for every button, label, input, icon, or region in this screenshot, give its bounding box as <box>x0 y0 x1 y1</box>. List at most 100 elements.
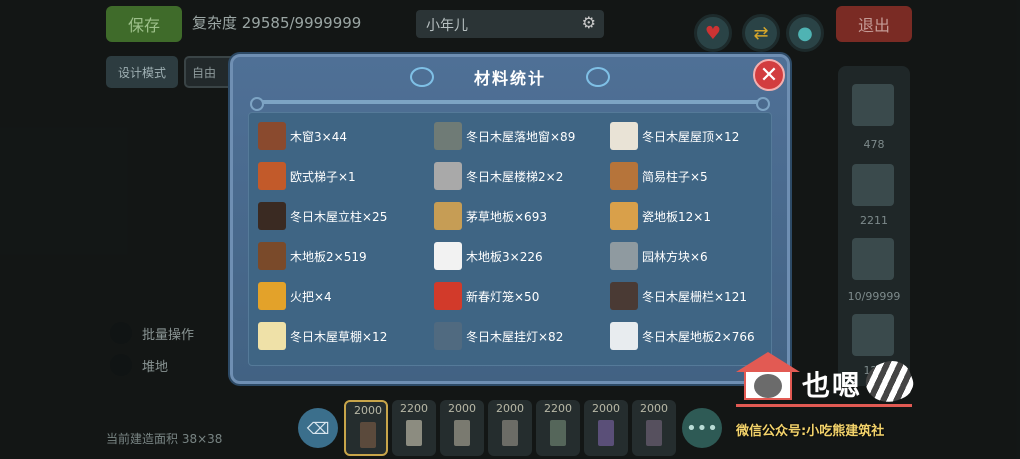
hotbar: ⌫ 2000 2200 2000 2000 2200 2000 2000 ••• <box>298 400 728 456</box>
batch-operation-toggle[interactable]: 批量操作 <box>110 322 194 344</box>
white-floor-icon <box>434 242 462 270</box>
material-label: 简易柱子×5 <box>642 169 708 184</box>
exit-button[interactable]: 退出 <box>836 6 912 42</box>
roof-icon <box>610 122 638 150</box>
title-divider <box>250 97 770 111</box>
lantern-icon <box>434 282 462 310</box>
material-label: 冬日木屋地板2×766 <box>642 329 755 344</box>
thatch-floor-icon <box>434 202 462 230</box>
material-entry: 欧式梯子×1 <box>258 160 356 192</box>
dialog-title-bar: 材料统计 <box>410 63 610 91</box>
slot-cost: 2200 <box>544 402 572 415</box>
material-label: 冬日木屋屋顶×12 <box>642 129 740 144</box>
material-entry: 冬日木屋落地窗×89 <box>434 120 575 152</box>
material-entry: 冬日木屋屋顶×12 <box>610 120 739 152</box>
design-mode-button[interactable]: 设计模式 <box>106 56 178 88</box>
side-count: 2211 <box>860 214 888 227</box>
torch-icon <box>258 282 286 310</box>
slot-cost: 2000 <box>354 404 382 417</box>
swirl-ornament-icon <box>586 67 610 87</box>
floor-tile-icon <box>610 322 638 350</box>
hotbar-slot[interactable]: 2200 <box>392 400 436 456</box>
hotbar-slot[interactable]: 2000 <box>344 400 388 456</box>
item-icon <box>598 420 614 446</box>
hotbar-slot[interactable]: 2000 <box>632 400 676 456</box>
flatten-label: 堆地 <box>142 359 169 375</box>
save-button[interactable]: 保存 <box>106 6 182 42</box>
swirl-ornament-icon <box>410 67 434 87</box>
material-label: 冬日木屋挂灯×82 <box>466 329 564 344</box>
material-entry: 木地板2×519 <box>258 240 367 272</box>
item-icon <box>550 420 566 446</box>
material-entry: 冬日木屋栅栏×121 <box>610 280 747 312</box>
heart-icon[interactable]: ♥ <box>694 14 732 52</box>
floor-window-icon <box>434 122 462 150</box>
material-entry: 瓷地板12×1 <box>610 200 711 232</box>
close-icon[interactable]: ✕ <box>753 59 785 91</box>
material-entry: 木窗3×44 <box>258 120 347 152</box>
hotbar-slot[interactable]: 2000 <box>440 400 484 456</box>
garden-block-icon <box>610 242 638 270</box>
side-inventory: 478 2211 10/99999 121 <box>838 66 910 386</box>
slot-cost: 2000 <box>496 402 524 415</box>
material-entry: 冬日木屋地板2×766 <box>610 320 755 352</box>
watermark-subtitle: 微信公众号:小吃熊建筑社 <box>736 424 885 439</box>
batch-radio[interactable] <box>110 322 132 344</box>
material-entry: 冬日木屋草棚×12 <box>258 320 387 352</box>
post-icon <box>258 202 286 230</box>
side-count: 478 <box>863 138 885 151</box>
material-label: 火把×4 <box>290 289 332 304</box>
material-label: 冬日木屋栅栏×121 <box>642 289 747 304</box>
logo-roof <box>736 352 800 372</box>
slot-cost: 2000 <box>640 402 668 415</box>
item-icon <box>360 422 376 448</box>
material-entry: 新春灯笼×50 <box>434 280 539 312</box>
hotbar-slot[interactable]: 2200 <box>536 400 580 456</box>
build-name-text: 小年儿 <box>426 18 468 34</box>
more-icon[interactable]: ••• <box>682 408 722 448</box>
dialog-title: 材料统计 <box>473 69 546 88</box>
build-name-field[interactable]: 小年儿 ⚙ <box>416 10 604 38</box>
flatten-toggle[interactable]: 堆地 <box>110 354 168 376</box>
item-icon <box>406 420 422 446</box>
side-slot[interactable] <box>852 314 894 356</box>
ladder-icon <box>258 162 286 190</box>
complexity-counter: 复杂度 29585/9999999 <box>192 14 362 32</box>
material-entry: 茅草地板×693 <box>434 200 547 232</box>
build-area-label: 当前建造面积 38×38 <box>106 432 223 446</box>
material-entry: 火把×4 <box>258 280 332 312</box>
item-icon <box>646 420 662 446</box>
material-label: 木地板3×226 <box>466 249 543 264</box>
drop-icon[interactable]: ● <box>786 14 824 52</box>
window-icon <box>258 122 286 150</box>
batch-label: 批量操作 <box>142 327 195 343</box>
side-slot[interactable] <box>852 238 894 280</box>
raccoon-face-icon <box>754 374 782 398</box>
item-icon <box>454 420 470 446</box>
swap-icon[interactable]: ⇄ <box>742 14 780 52</box>
hotbar-slot[interactable]: 2000 <box>584 400 628 456</box>
watermark-underline <box>736 404 912 407</box>
side-slot[interactable] <box>852 84 894 126</box>
fence-icon <box>610 282 638 310</box>
material-label: 冬日木屋楼梯2×2 <box>466 169 564 184</box>
material-label: 园林方块×6 <box>642 249 708 264</box>
hotbar-slot[interactable]: 2000 <box>488 400 532 456</box>
material-label: 瓷地板12×1 <box>642 209 711 224</box>
gear-icon[interactable]: ⚙ <box>582 13 596 32</box>
material-label: 新春灯笼×50 <box>466 289 540 304</box>
material-label: 木地板2×519 <box>290 249 367 264</box>
material-label: 茅草地板×693 <box>466 209 547 224</box>
side-slot[interactable] <box>852 164 894 206</box>
flatten-radio[interactable] <box>110 354 132 376</box>
material-entry: 冬日木屋立柱×25 <box>258 200 387 232</box>
material-label: 冬日木屋落地窗×89 <box>466 129 576 144</box>
slot-cost: 2000 <box>592 402 620 415</box>
item-icon <box>502 420 518 446</box>
eraser-icon[interactable]: ⌫ <box>298 408 338 448</box>
material-entry: 冬日木屋楼梯2×2 <box>434 160 563 192</box>
material-label: 冬日木屋立柱×25 <box>290 209 388 224</box>
side-count: 10/99999 <box>847 290 901 303</box>
house-logo-icon <box>736 352 800 402</box>
wood-floor-icon <box>258 242 286 270</box>
